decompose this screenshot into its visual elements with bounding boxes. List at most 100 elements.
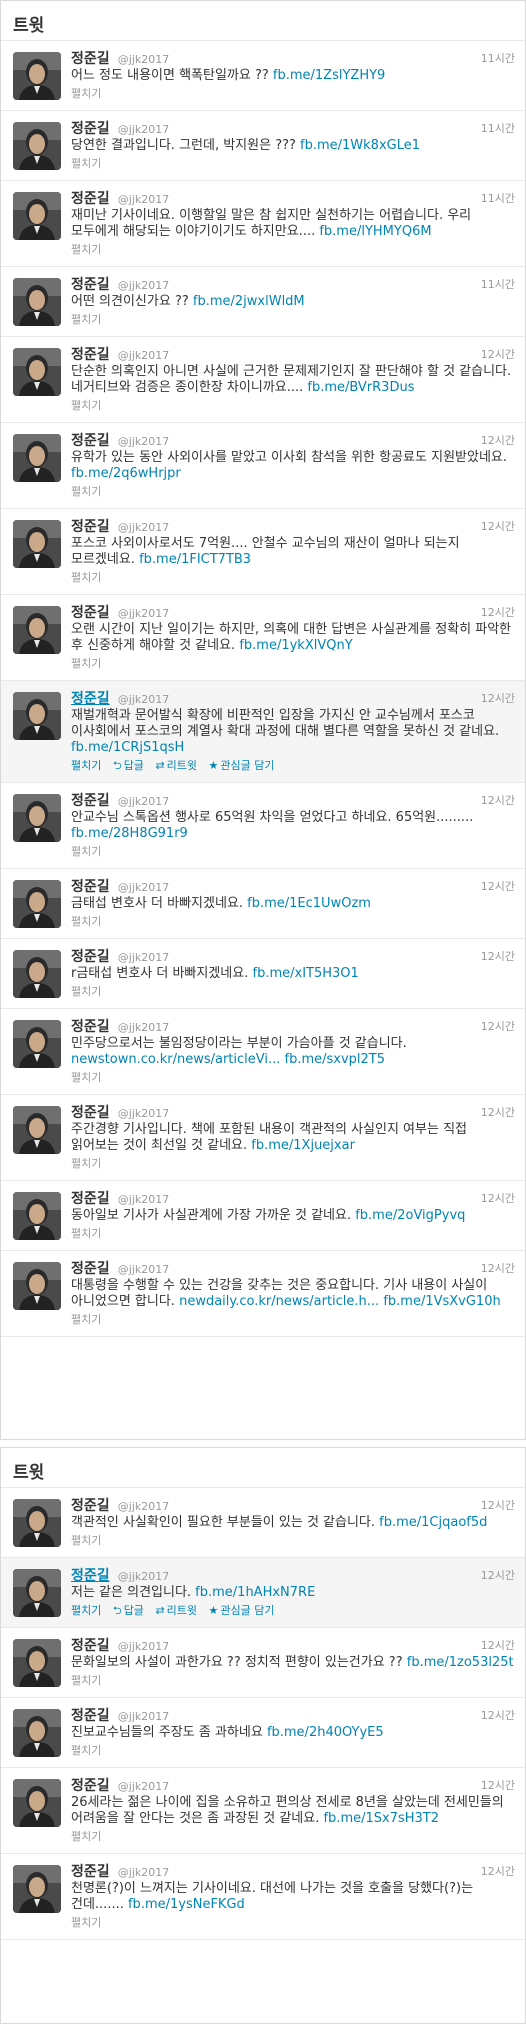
user-name-link[interactable]: 정준길 bbox=[71, 879, 110, 895]
user-name-link[interactable]: 정준길 bbox=[71, 519, 110, 535]
timestamp-link[interactable]: 12시간 bbox=[481, 948, 515, 964]
tweet-link[interactable]: fb.me/2q6wHrjpr bbox=[71, 466, 181, 481]
tweet-link[interactable]: fb.me/1CRjS1qsH bbox=[71, 740, 184, 755]
expand-link[interactable]: 펼치기 bbox=[71, 1604, 101, 1617]
tweet-link[interactable]: fb.me/BVrR3Dus bbox=[307, 380, 414, 395]
tweet-link[interactable]: fb.me/1Cjqaof5d bbox=[379, 1515, 487, 1530]
timestamp-link[interactable]: 12시간 bbox=[481, 1260, 515, 1276]
user-name-link[interactable]: 정준길 bbox=[71, 51, 110, 67]
avatar[interactable] bbox=[13, 348, 61, 396]
user-name-link[interactable]: 정준길 bbox=[71, 1638, 110, 1654]
tweet-link[interactable]: fb.me/xIT5H3O1 bbox=[253, 966, 359, 981]
tweet-link[interactable]: fb.me/2oVigPyvq bbox=[355, 1208, 465, 1223]
tweet-item[interactable]: 정준길 @jjk2017 12시간 금태섭 변호사 더 바빠지겠네요. fb.m… bbox=[1, 869, 525, 939]
user-handle[interactable]: @jjk2017 bbox=[118, 881, 169, 894]
expand-link[interactable]: 펼치기 bbox=[71, 1534, 101, 1547]
expand-link[interactable]: 펼치기 bbox=[71, 845, 101, 858]
user-handle[interactable]: @jjk2017 bbox=[118, 1107, 169, 1120]
user-handle[interactable]: @jjk2017 bbox=[118, 1866, 169, 1879]
user-handle[interactable]: @jjk2017 bbox=[118, 607, 169, 620]
tweet-item[interactable]: 정준길 @jjk2017 12시간 안교수님 스톡옵션 행사로 65억원 차익을… bbox=[1, 783, 525, 869]
timestamp-link[interactable]: 12시간 bbox=[481, 1707, 515, 1723]
tweet-link[interactable]: fb.me/1hAHxN7RE bbox=[195, 1585, 315, 1600]
avatar[interactable] bbox=[13, 606, 61, 654]
timestamp-link[interactable]: 12시간 bbox=[481, 792, 515, 808]
timestamp-link[interactable]: 12시간 bbox=[481, 432, 515, 448]
avatar[interactable] bbox=[13, 692, 61, 740]
tweet-link[interactable]: fb.me/lYHMYQ6M bbox=[319, 224, 431, 239]
timestamp-link[interactable]: 11시간 bbox=[481, 120, 515, 136]
tweet-link[interactable]: fb.me/2jwxlWldM bbox=[193, 294, 305, 309]
tweet-link[interactable]: fb.me/1ZslYZHY9 bbox=[273, 68, 385, 83]
expand-link[interactable]: 펼치기 bbox=[71, 985, 101, 998]
avatar[interactable] bbox=[13, 1192, 61, 1240]
tweet-link[interactable]: fb.me/1zo53l25t bbox=[407, 1655, 514, 1670]
user-name-link[interactable]: 정준길 bbox=[71, 793, 110, 809]
avatar[interactable] bbox=[13, 794, 61, 842]
user-name-link[interactable]: 정준길 bbox=[71, 1864, 110, 1880]
expand-link[interactable]: 펼치기 bbox=[71, 313, 101, 326]
tweet-link[interactable]: fb.me/1Xjuejxar bbox=[251, 1138, 355, 1153]
user-name-link[interactable]: 정준길 bbox=[71, 277, 110, 293]
tweet-item[interactable]: 정준길 @jjk2017 12시간 천명론(?)이 느껴지는 기사이네요. 대선… bbox=[1, 1854, 525, 1940]
user-name-link[interactable]: 정준길 bbox=[71, 949, 110, 965]
expand-link[interactable]: 펼치기 bbox=[71, 571, 101, 584]
avatar[interactable] bbox=[13, 950, 61, 998]
user-name-link[interactable]: 정준길 bbox=[71, 347, 110, 363]
tweet-link[interactable]: fb.me/1ysNeFKGd bbox=[128, 1897, 245, 1912]
timestamp-link[interactable]: 12시간 bbox=[481, 518, 515, 534]
tweet-item[interactable]: 정준길 @jjk2017 12시간 r금태섭 변호사 더 바빠지겠네요. fb.… bbox=[1, 939, 525, 1009]
user-handle[interactable]: @jjk2017 bbox=[118, 1570, 169, 1583]
tweet-item[interactable]: 정준길 @jjk2017 12시간 민주당으로서는 불임정당이라는 부분이 가슴… bbox=[1, 1009, 525, 1095]
avatar[interactable] bbox=[13, 122, 61, 170]
tweet-item[interactable]: 정준길 @jjk2017 11시간 어떤 의견이신가요 ?? fb.me/2jw… bbox=[1, 267, 525, 337]
timestamp-link[interactable]: 12시간 bbox=[481, 1777, 515, 1793]
user-handle[interactable]: @jjk2017 bbox=[118, 1780, 169, 1793]
user-handle[interactable]: @jjk2017 bbox=[118, 521, 169, 534]
expand-link[interactable]: 펼치기 bbox=[71, 1313, 101, 1326]
user-handle[interactable]: @jjk2017 bbox=[118, 1640, 169, 1653]
timestamp-link[interactable]: 12시간 bbox=[481, 1863, 515, 1879]
expand-link[interactable]: 펼치기 bbox=[71, 759, 101, 772]
user-handle[interactable]: @jjk2017 bbox=[118, 53, 169, 66]
avatar[interactable] bbox=[13, 520, 61, 568]
avatar[interactable] bbox=[13, 1779, 61, 1827]
tweet-item[interactable]: 정준길 @jjk2017 11시간 어느 정도 내용이면 핵폭탄일까요 ?? f… bbox=[1, 41, 525, 111]
user-handle[interactable]: @jjk2017 bbox=[118, 193, 169, 206]
tweet-item[interactable]: 정준길 @jjk2017 12시간 저는 같은 의견입니다. fb.me/1hA… bbox=[1, 1558, 525, 1628]
tweet-item[interactable]: 정준길 @jjk2017 12시간 오랜 시간이 지난 일이기는 하지만, 의혹… bbox=[1, 595, 525, 681]
expand-link[interactable]: 펼치기 bbox=[71, 1157, 101, 1170]
avatar[interactable] bbox=[13, 1499, 61, 1547]
timestamp-link[interactable]: 12시간 bbox=[481, 1190, 515, 1206]
user-name-link[interactable]: 정준길 bbox=[71, 191, 110, 207]
timestamp-link[interactable]: 12시간 bbox=[481, 690, 515, 706]
user-name-link[interactable]: 정준길 bbox=[71, 433, 110, 449]
tweet-item[interactable]: 정준길 @jjk2017 12시간 진보교수님들의 주장도 좀 과하네요 fb.… bbox=[1, 1698, 525, 1768]
expand-link[interactable]: 펼치기 bbox=[71, 87, 101, 100]
user-name-link[interactable]: 정준길 bbox=[71, 1019, 110, 1035]
tweet-item[interactable]: 정준길 @jjk2017 12시간 유학가 있는 동안 사외이사를 맡았고 이사… bbox=[1, 423, 525, 509]
tweet-link[interactable]: fb.me/1Sx7sH3T2 bbox=[323, 1811, 439, 1826]
user-handle[interactable]: @jjk2017 bbox=[118, 1263, 169, 1276]
user-handle[interactable]: @jjk2017 bbox=[118, 951, 169, 964]
avatar[interactable] bbox=[13, 1709, 61, 1757]
retweet-button[interactable]: ⇄ 리트윗 bbox=[155, 759, 197, 772]
reply-button[interactable]: ⮌ 답글 bbox=[113, 1604, 144, 1617]
user-handle[interactable]: @jjk2017 bbox=[118, 1500, 169, 1513]
user-handle[interactable]: @jjk2017 bbox=[118, 795, 169, 808]
user-handle[interactable]: @jjk2017 bbox=[118, 1710, 169, 1723]
expand-link[interactable]: 펼치기 bbox=[71, 485, 101, 498]
user-handle[interactable]: @jjk2017 bbox=[118, 435, 169, 448]
user-name-link[interactable]: 정준길 bbox=[71, 1105, 110, 1121]
tweet-item[interactable]: 정준길 @jjk2017 11시간 재미난 기사이네요. 이행할일 말은 참 쉽… bbox=[1, 181, 525, 267]
reply-button[interactable]: ⮌ 답글 bbox=[113, 759, 144, 772]
user-name-link[interactable]: 정준길 bbox=[71, 1498, 110, 1514]
expand-link[interactable]: 펼치기 bbox=[71, 399, 101, 412]
timestamp-link[interactable]: 12시간 bbox=[481, 1567, 515, 1583]
expand-link[interactable]: 펼치기 bbox=[71, 1830, 101, 1843]
tweet-link[interactable]: fb.me/1FICT7TB3 bbox=[139, 552, 251, 567]
tweet-item[interactable]: 정준길 @jjk2017 12시간 대통령을 수행할 수 있는 건강을 갖추는 … bbox=[1, 1251, 525, 1337]
user-handle[interactable]: @jjk2017 bbox=[118, 1193, 169, 1206]
tweet-item[interactable]: 정준길 @jjk2017 12시간 주간경향 기사입니다. 책에 포함된 내용이… bbox=[1, 1095, 525, 1181]
retweet-button[interactable]: ⇄ 리트윗 bbox=[155, 1604, 197, 1617]
